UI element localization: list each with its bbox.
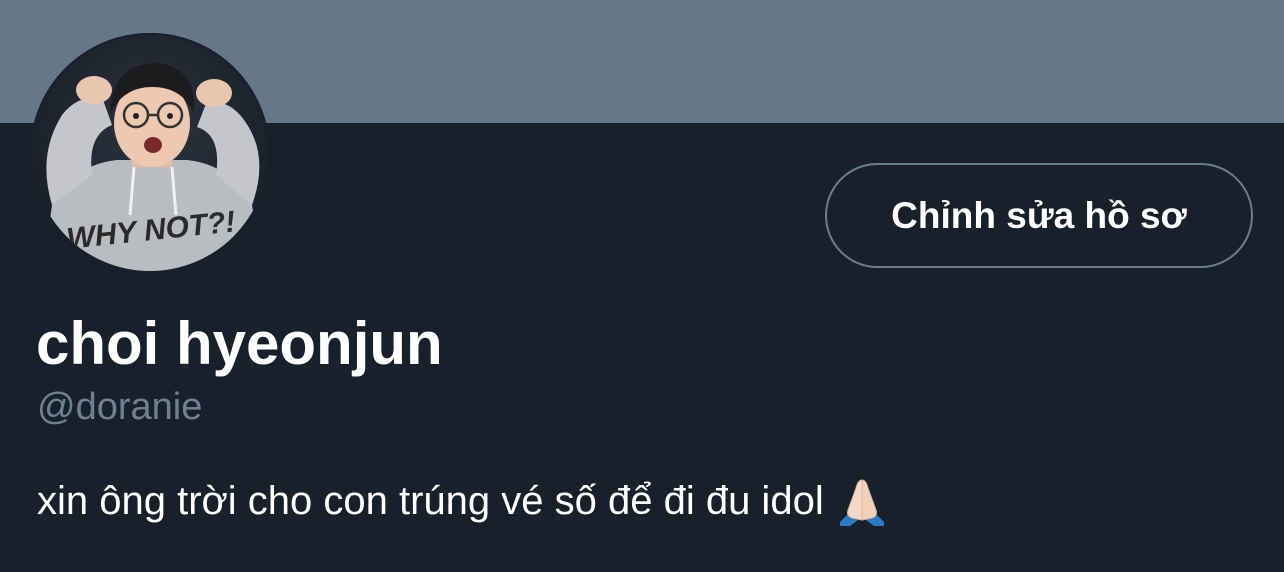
avatar[interactable]: WHY NOT?! [30,33,270,273]
edit-profile-button[interactable]: Chỉnh sửa hồ sơ [825,163,1253,268]
display-name: choi hyeonjun [36,310,443,377]
profile-bio: xin ông trời cho con trúng vé số để đi đ… [37,476,888,526]
avatar-photo: WHY NOT?! [32,35,268,271]
avatar-container: WHY NOT?! [30,33,270,273]
username-handle: @doranie [37,386,203,428]
folded-hands-icon [836,476,888,526]
profile-header: WHY NOT?! Chỉnh sửa hồ sơ choi hyeonjun … [0,0,1284,572]
bio-text: xin ông trời cho con trúng vé số để đi đ… [37,479,824,523]
